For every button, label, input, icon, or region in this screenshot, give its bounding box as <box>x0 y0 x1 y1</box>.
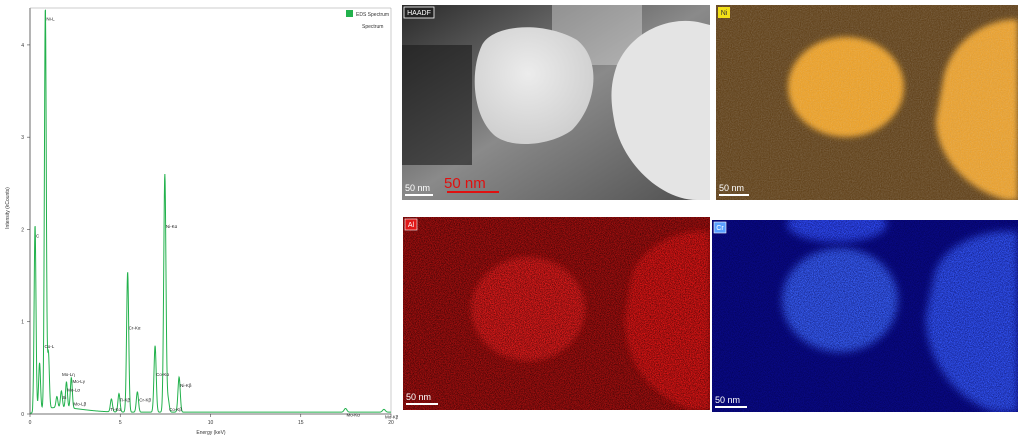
al-scale-bar <box>406 403 438 405</box>
haadf-image-panel: HAADF 50 nm 50 nm <box>402 5 710 200</box>
y-tick-label: 1 <box>21 320 24 326</box>
peak-label: Cr-Kβ <box>139 398 151 403</box>
peak-label: Co-Kα <box>156 372 169 377</box>
ni-map-panel: Ni 50 nm <box>716 5 1018 200</box>
y-tick-label: 4 <box>21 43 24 49</box>
peak-label: Mo-Lγ <box>73 379 86 384</box>
x-tick-label: 10 <box>208 420 214 426</box>
peak-label: Mo-Kα <box>347 412 361 417</box>
peak-label: Ni-L <box>46 17 55 22</box>
y-axis-label: Intensity (kCounts) <box>5 187 11 229</box>
peak-label: Ni-Kβ <box>180 383 192 388</box>
legend-entry-spectrum: Spectrum <box>362 24 383 30</box>
eds-spectrum-chart: 0 5 10 15 2001234 Ni-LCCo-LMo-LηMo-LγMo-LαMo… <box>0 0 398 438</box>
peak-label: Si <box>62 395 66 400</box>
haadf-scale-bar <box>405 194 433 196</box>
y-tick-label: 2 <box>21 227 24 233</box>
al-scale-label: 50 nm <box>406 392 431 402</box>
peak-label: Co-L <box>45 344 55 349</box>
peak-label: Mo-Lη <box>62 372 75 377</box>
x-tick-label: 0 <box>29 420 32 426</box>
x-axis-label: Energy (keV) <box>196 430 226 436</box>
peak-label: Ti-Kβ <box>119 398 130 403</box>
peak-label: Mo-Kβ <box>385 414 398 419</box>
ni-scale-bar <box>719 194 749 196</box>
haadf-overlay-scale-label: 50 nm <box>444 175 486 192</box>
peak-label: Mo-Lα <box>67 388 80 393</box>
haadf-label: HAADF <box>407 10 431 17</box>
peak-label: Co-Kβ <box>169 407 182 412</box>
ni-label: Ni <box>721 10 728 17</box>
x-tick-label: 15 <box>298 420 304 426</box>
cr-scale-bar <box>715 406 747 408</box>
cr-scale-label: 50 nm <box>715 395 740 405</box>
y-tick-label: 3 <box>21 135 24 141</box>
x-tick-label: 5 <box>119 420 122 426</box>
peak-label: Cr-Kα <box>129 326 141 331</box>
y-tick-label: 0 <box>21 412 24 418</box>
al-label: Al <box>408 222 415 229</box>
cr-label: Cr <box>716 225 724 232</box>
al-map-panel: Al 50 nm <box>403 217 710 410</box>
legend-swatch <box>346 10 353 17</box>
peak-label: Ti-Kα <box>110 407 121 412</box>
peak-label: Mo-Lβ <box>73 401 86 406</box>
cr-map-panel: Cr 50 nm <box>712 220 1018 412</box>
peak-label: Ni-Kα <box>166 224 178 229</box>
x-tick-label: 20 <box>388 420 394 426</box>
ni-scale-label: 50 nm <box>719 183 744 193</box>
haadf-scale-label: 50 nm <box>405 183 430 193</box>
legend-entry-eds-spectrum: EDS Spectrum <box>356 12 389 18</box>
haadf-overlay-scale-bar <box>447 191 499 193</box>
